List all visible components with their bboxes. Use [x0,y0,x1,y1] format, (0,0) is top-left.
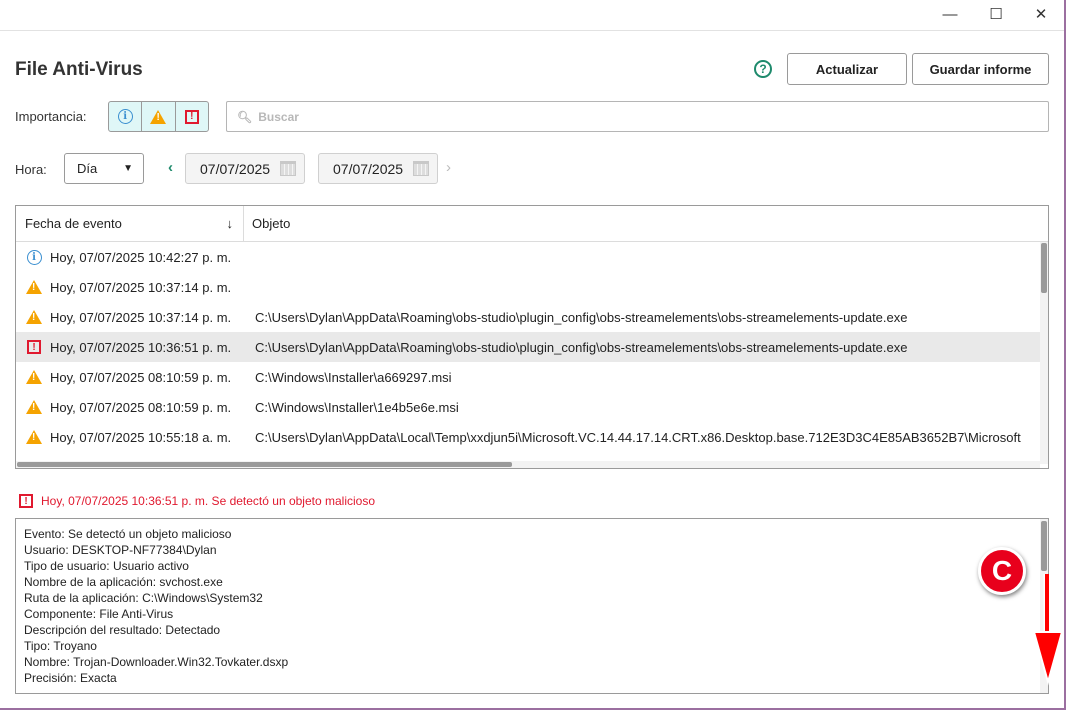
table-vertical-scrollbar[interactable] [1040,242,1048,464]
warning-icon [26,430,42,444]
calendar-icon[interactable] [413,161,429,176]
severity-cell [16,370,50,384]
event-details-panel: Evento: Se detectó un objeto malicioso Us… [15,518,1049,694]
object-cell: C:\Windows\Installer\1e4b5e6e.msi [255,399,459,415]
detail-line: Tipo: Troyano [24,639,97,653]
table-row[interactable]: ! Hoy, 07/07/2025 10:36:51 p. m. C:\Users\… [16,332,1040,362]
info-icon: i [117,109,133,124]
period-select[interactable]: Día ▼ [64,153,144,184]
column-object[interactable]: Objeto [244,216,290,231]
warning-icon [26,280,42,294]
date-from-value: 07/07/2025 [200,160,271,177]
maximize-button[interactable]: ☐ [973,0,1019,28]
previous-date-button[interactable]: ‹ [168,159,173,176]
calendar-icon[interactable] [280,161,296,176]
detail-line: Descripción del resultado: Detectado [24,623,221,637]
chevron-down-icon: ▼ [123,163,133,174]
maximize-icon: ☐ [989,6,1003,23]
filter-warning-toggle[interactable] [142,102,176,131]
close-button[interactable]: ✕ [1018,0,1064,28]
severity-cell [16,280,50,294]
titlebar-divider [0,30,1064,31]
importance-label: Importancia: [15,109,87,124]
summary-text: Hoy, 07/07/2025 10:36:51 p. m. Se detect… [41,494,375,508]
error-icon: ! [19,494,33,508]
date-to-value: 07/07/2025 [333,160,404,177]
table-horizontal-scrollbar[interactable] [16,461,1040,468]
table-row[interactable]: Hoy, 07/07/2025 08:10:59 p. m. C:\Windows… [16,362,1040,392]
info-icon: i [26,249,42,265]
severity-cell [16,430,50,444]
severity-cell [16,400,50,414]
object-cell: C:\Windows\Installer\a669297.msi [255,369,452,385]
table-header: Fecha de evento ↓ Objeto [16,206,1048,242]
app-window: — ☐ ✕ File Anti-Virus ? Actualizar Guard… [0,0,1066,710]
minimize-button[interactable]: — [927,0,973,28]
close-icon: ✕ [1034,6,1048,23]
error-icon: ! [27,340,41,354]
event-date-cell: Hoy, 07/07/2025 08:10:59 p. m. [50,369,232,385]
importance-toggle-group: i ! [108,101,209,132]
severity-cell [16,310,50,324]
annotation-arrow-down-icon [1032,574,1064,686]
period-value: Día [77,161,98,176]
search-placeholder: Buscar [258,109,299,124]
detail-line: Ruta de la aplicación: C:\Windows\System… [24,591,263,605]
table-row[interactable]: Hoy, 07/07/2025 10:37:14 p. m. [16,272,1040,302]
detail-line: Evento: Se detectó un objeto malicioso [24,527,232,541]
table-row[interactable]: i Hoy, 07/07/2025 10:42:27 p. m. [16,242,1040,272]
event-date-cell: Hoy, 07/07/2025 10:37:14 p. m. [50,309,232,325]
table-row[interactable]: Hoy, 07/07/2025 10:37:14 p. m. C:\Users\D… [16,302,1040,332]
column-label: Fecha de evento [25,216,122,231]
time-label: Hora: [15,162,47,177]
column-event-date[interactable]: Fecha de evento ↓ [16,206,244,241]
severity-cell: ! [16,340,50,354]
warning-icon [26,370,42,384]
search-input[interactable]: 🔍︎ Buscar [226,101,1049,132]
detail-line: Componente: File Anti-Virus [24,607,174,621]
severity-cell: i [16,249,50,265]
help-icon[interactable]: ? [754,60,772,78]
detail-line: Usuario: DESKTOP-NF77384\Dylan [24,543,217,557]
date-from-field[interactable]: 07/07/2025 [185,153,305,184]
events-table: Fecha de evento ↓ Objeto i Hoy, 07/07/2025… [15,205,1049,469]
detail-line: Nombre de la aplicación: svchost.exe [24,575,223,589]
warning-icon [26,400,42,414]
filter-info-toggle[interactable]: i [109,102,143,131]
object-cell: C:\Users\Dylan\AppData\Local\Temp\xxdjun… [255,429,1021,445]
object-cell: C:\Users\Dylan\AppData\Roaming\obs-studi… [255,309,908,325]
date-to-field[interactable]: 07/07/2025 [318,153,438,184]
error-icon: ! [184,109,199,124]
event-date-cell: Hoy, 07/07/2025 10:36:51 p. m. [50,339,232,355]
refresh-button[interactable]: Actualizar [787,53,907,85]
event-date-cell: Hoy, 07/07/2025 10:42:27 p. m. [50,249,232,265]
next-date-button[interactable]: › [446,159,451,176]
object-cell: C:\Users\Dylan\AppData\Roaming\obs-studi… [255,339,908,355]
event-date-cell: Hoy, 07/07/2025 10:37:14 p. m. [50,279,232,295]
search-icon: 🔍︎ [237,109,253,124]
save-report-button[interactable]: Guardar informe [912,53,1049,85]
selected-event-summary: ! Hoy, 07/07/2025 10:36:51 p. m. Se dete… [19,494,375,508]
event-date-cell: Hoy, 07/07/2025 08:10:59 p. m. [50,399,232,415]
warning-icon [26,310,42,324]
table-row[interactable]: Hoy, 07/07/2025 08:10:59 p. m. C:\Windows… [16,392,1040,422]
sort-arrow-icon: ↓ [226,216,234,231]
annotation-badge-c: C [978,547,1026,595]
warning-icon [150,109,167,124]
minimize-icon: — [942,5,958,23]
detail-line: Precisión: Exacta [24,671,117,685]
detail-line: Nombre: Trojan-Downloader.Win32.Tovkater… [24,655,289,669]
page-title: File Anti-Virus [15,59,143,80]
filter-error-toggle[interactable]: ! [176,102,208,131]
table-row[interactable]: Hoy, 07/07/2025 10:55:18 a. m. C:\Users\D… [16,422,1040,452]
event-date-cell: Hoy, 07/07/2025 10:55:18 a. m. [50,429,232,445]
detail-line: Tipo de usuario: Usuario activo [24,559,189,573]
